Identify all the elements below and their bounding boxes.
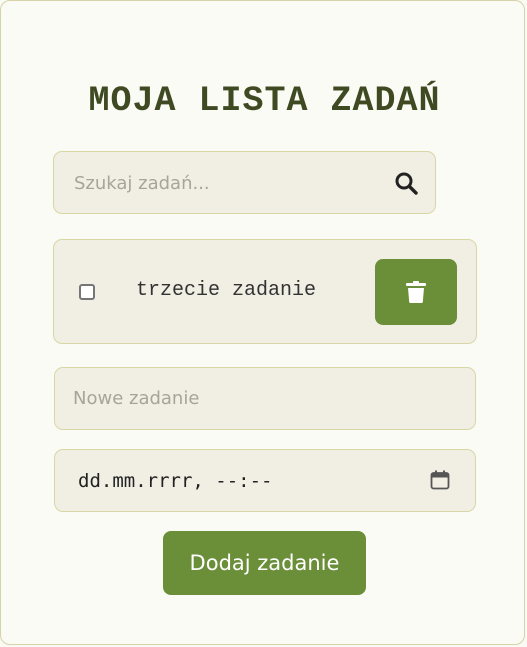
page-title: MOJA LISTA ZADAŃ: [88, 81, 441, 121]
add-task-button[interactable]: Dodaj zadanie: [163, 531, 366, 595]
search-input[interactable]: [72, 152, 376, 215]
delete-task-button[interactable]: [375, 259, 457, 325]
task-checkbox[interactable]: [79, 284, 95, 300]
todo-card: MOJA LISTA ZADAŃ trzecie zadanie dd.mm.r…: [0, 0, 525, 645]
search-icon[interactable]: [394, 171, 418, 195]
calendar-icon[interactable]: [430, 470, 450, 490]
search-box: [53, 151, 436, 215]
new-task-input[interactable]: [54, 367, 476, 430]
datetime-input[interactable]: dd.mm.rrrr, --:--: [54, 449, 476, 512]
task-text: trzecie zadanie: [136, 279, 317, 302]
task-item: trzecie zadanie: [53, 239, 477, 344]
datetime-value: dd.mm.rrrr, --:--: [78, 470, 273, 492]
trash-icon: [406, 281, 426, 303]
